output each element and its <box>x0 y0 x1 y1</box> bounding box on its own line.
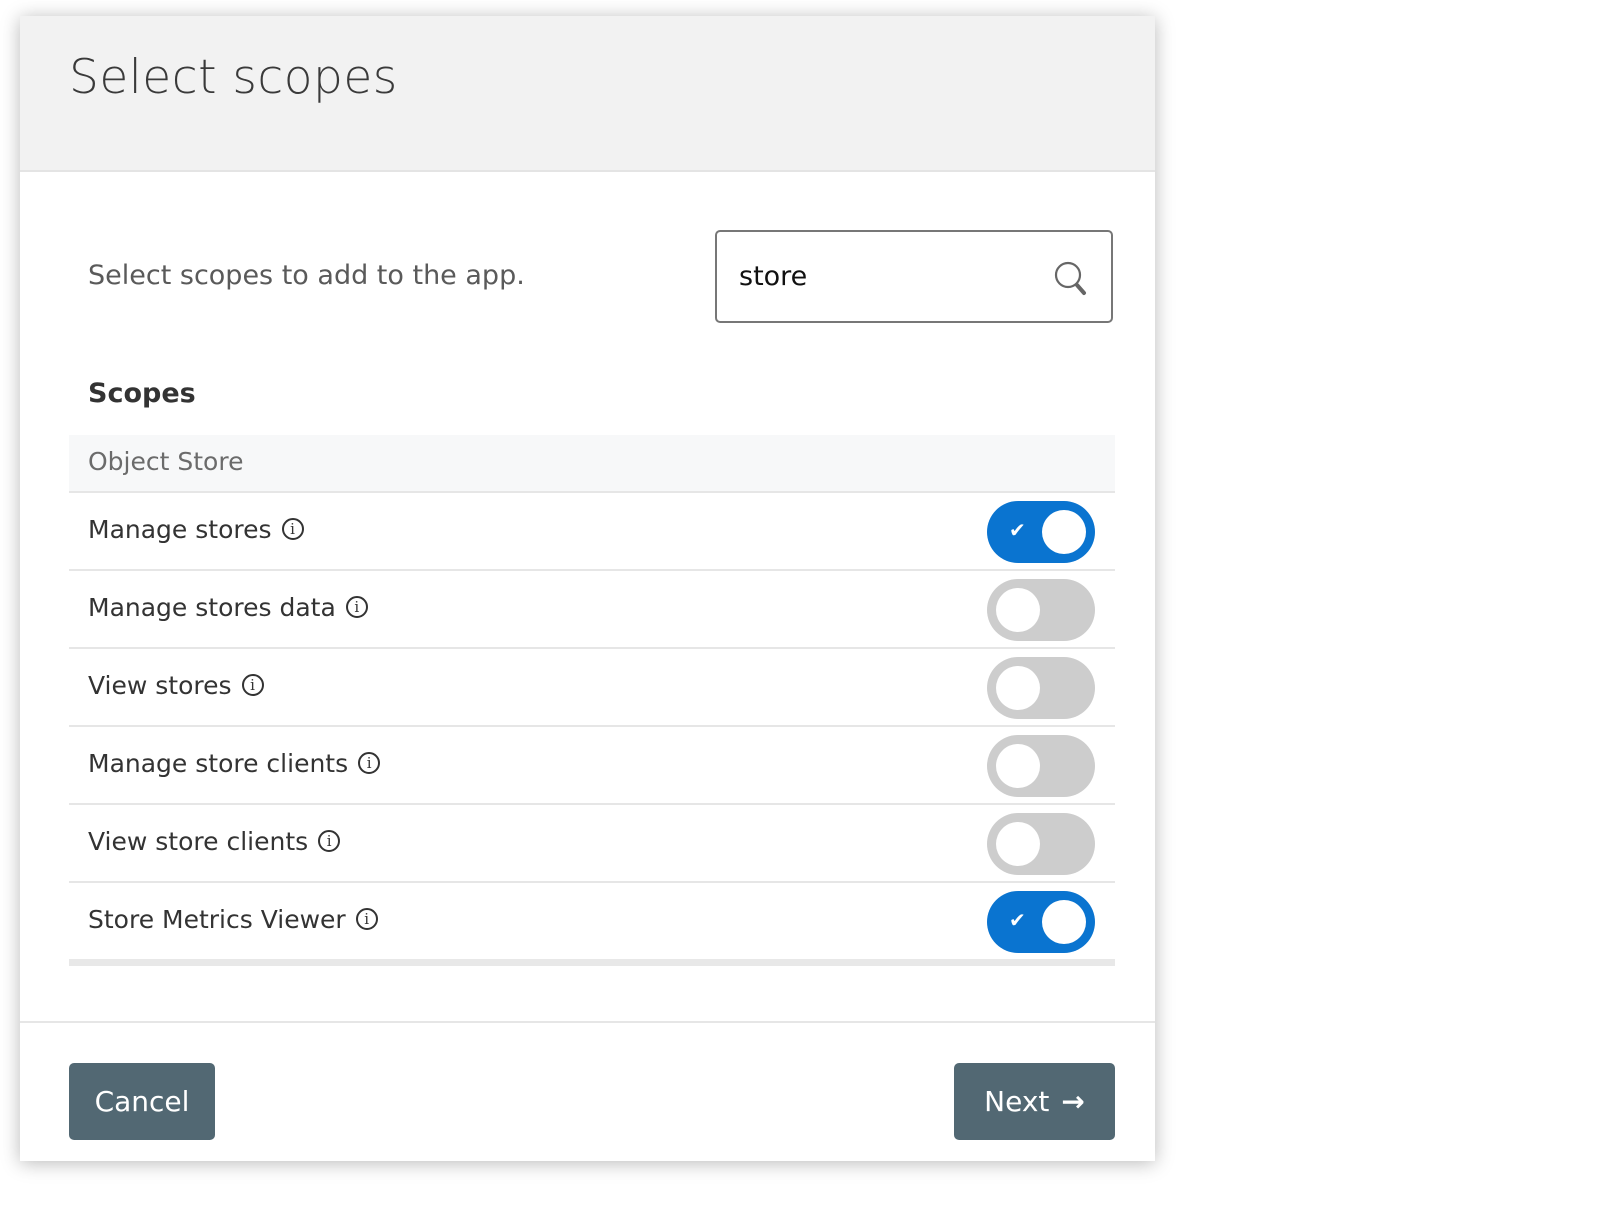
scopes-section-title: Scopes <box>88 378 196 409</box>
cancel-button[interactable]: Cancel <box>69 1063 215 1140</box>
toggle-knob <box>996 822 1040 866</box>
scope-name: View store clients <box>88 827 309 856</box>
info-icon[interactable]: i <box>358 752 381 774</box>
info-icon[interactable]: i <box>355 908 378 930</box>
scope-row: Manage stores data i <box>69 571 1115 649</box>
scope-row: Manage store clients i <box>69 727 1115 805</box>
search-input[interactable] <box>739 256 1039 296</box>
scope-label: View stores i <box>88 671 264 700</box>
toggle-knob <box>1042 510 1086 554</box>
scopes-table: Object Store Manage stores i ✔ Manage store… <box>69 435 1115 966</box>
scope-toggle[interactable] <box>987 657 1095 719</box>
scope-name: Store Metrics Viewer <box>88 905 346 934</box>
search-box[interactable] <box>715 230 1113 323</box>
arrow-right-icon: → <box>1061 1085 1085 1118</box>
scope-row: View store clients i <box>69 805 1115 883</box>
scope-row: Store Metrics Viewer i ✔ <box>69 883 1115 966</box>
toggle-knob <box>996 666 1040 710</box>
scope-label: Manage stores data i <box>88 593 368 622</box>
scope-label: View store clients i <box>88 827 341 856</box>
toggle-knob <box>1042 900 1086 944</box>
scope-label: Manage store clients i <box>88 749 381 778</box>
modal-title: Select scopes <box>69 50 398 105</box>
toggle-knob <box>996 588 1040 632</box>
scope-row: Manage stores i ✔ <box>69 493 1115 571</box>
scope-row: View stores i <box>69 649 1115 727</box>
intro-text: Select scopes to add to the app. <box>88 260 525 291</box>
toggle-knob <box>996 744 1040 788</box>
scope-label: Store Metrics Viewer i <box>88 905 378 934</box>
next-label: Next <box>984 1085 1050 1118</box>
select-scopes-modal: Select scopes Select scopes to add to th… <box>20 16 1155 1161</box>
scope-name: Manage store clients <box>88 749 349 778</box>
scope-toggle[interactable] <box>987 735 1095 797</box>
scope-name: View stores <box>88 671 232 700</box>
check-icon: ✔ <box>1009 518 1026 542</box>
next-button[interactable]: Next → <box>954 1063 1115 1140</box>
group-label: Object Store <box>88 447 244 476</box>
scope-toggle[interactable] <box>987 579 1095 641</box>
search-icon[interactable] <box>1053 260 1087 296</box>
scope-name: Manage stores <box>88 515 272 544</box>
scope-toggle[interactable]: ✔ <box>987 891 1095 953</box>
scope-name: Manage stores data <box>88 593 336 622</box>
footer-divider <box>20 1021 1155 1023</box>
scope-toggle[interactable] <box>987 813 1095 875</box>
modal-header: Select scopes <box>20 16 1155 172</box>
info-icon[interactable]: i <box>318 830 341 852</box>
cancel-label: Cancel <box>94 1085 190 1118</box>
group-row-object-store: Object Store <box>69 435 1115 493</box>
info-icon[interactable]: i <box>281 518 304 540</box>
scope-toggle[interactable]: ✔ <box>987 501 1095 563</box>
info-icon[interactable]: i <box>345 596 368 618</box>
info-icon[interactable]: i <box>241 674 264 696</box>
check-icon: ✔ <box>1009 908 1026 932</box>
scope-label: Manage stores i <box>88 515 304 544</box>
